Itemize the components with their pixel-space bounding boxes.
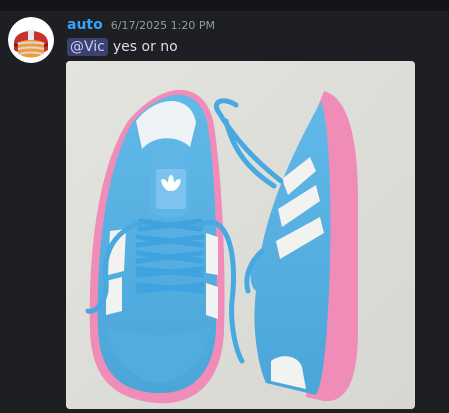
sneaker-photo [66, 61, 415, 409]
user-mention[interactable]: @Vic [67, 38, 108, 56]
message-content: @Vic yes or no [67, 37, 178, 57]
message-text: yes or no [112, 39, 178, 55]
username[interactable]: auto [67, 16, 103, 34]
user-avatar[interactable] [8, 17, 54, 63]
image-attachment[interactable] [66, 61, 415, 409]
timestamp: 6/17/2025 1:20 PM [110, 19, 215, 32]
chat-message: auto 6/17/2025 1:20 PM @Vic yes or no [0, 11, 449, 413]
top-strip [0, 0, 449, 11]
message-header: auto 6/17/2025 1:20 PM [67, 16, 215, 34]
helmet-icon [8, 17, 54, 63]
